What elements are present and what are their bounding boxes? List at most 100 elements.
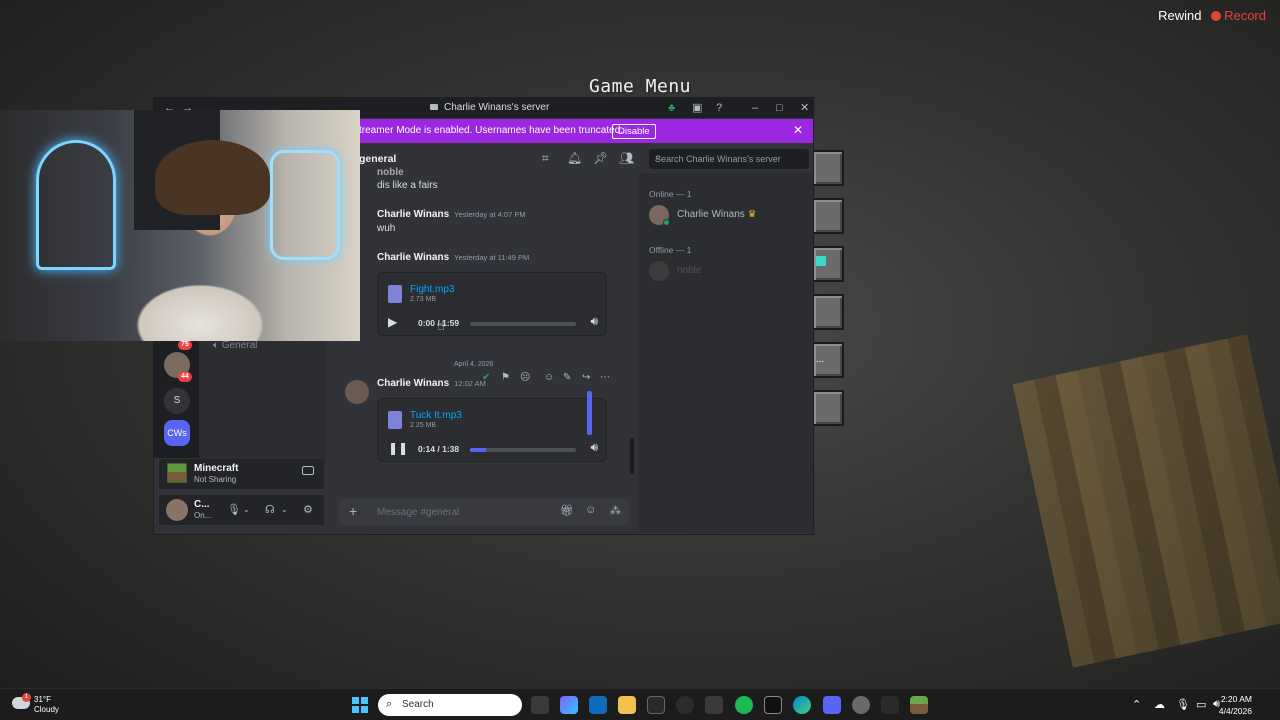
microphone-icon[interactable]: 🎙︎ (227, 503, 241, 516)
audio-progress-bar[interactable] (470, 322, 576, 326)
taskbar: 1 31°F Cloudy ⌕ Search ⌃ ☁ 🎙︎ ▭ 🔊︎ 2:20 … (0, 688, 1280, 720)
game-menu-button[interactable] (812, 246, 844, 282)
add-reaction-icon[interactable]: ☺ (544, 372, 554, 383)
weather-desc[interactable]: Cloudy (34, 705, 59, 714)
game-menu-button[interactable]: ... (812, 342, 844, 378)
taskbar-search[interactable]: ⌕ Search (378, 694, 522, 716)
game-menu-button[interactable] (812, 150, 844, 186)
clock-time[interactable]: 2:20 AM (1221, 694, 1252, 704)
webcam-overlay (0, 110, 360, 341)
screen-share-icon[interactable] (302, 466, 314, 475)
audio-progress-bar[interactable] (470, 448, 576, 452)
windows-start-icon[interactable] (352, 697, 368, 713)
bell-icon[interactable]: 🔔︎ (567, 151, 582, 165)
minimize-icon[interactable]: – (752, 101, 758, 115)
tiktok-icon[interactable] (764, 696, 782, 714)
play-icon[interactable]: ▶ (388, 315, 397, 329)
online-status-icon (663, 219, 670, 226)
file-link[interactable]: Fight.mp3 (410, 284, 454, 295)
server-cws[interactable]: CWs (164, 420, 190, 446)
gear-icon[interactable]: ⚙ (303, 503, 313, 516)
weather-temp[interactable]: 31°F (34, 695, 51, 704)
message-author[interactable]: Charlie Winans Yesterday at 11:49 PM (377, 252, 529, 263)
game-menu-button[interactable] (812, 198, 844, 234)
avatar[interactable] (345, 380, 369, 404)
minecraft-icon[interactable] (910, 696, 928, 714)
user-status: On... (194, 511, 212, 520)
flag-reaction-icon[interactable]: ⚑ (501, 372, 510, 383)
volume-slider[interactable] (587, 391, 592, 435)
message-author[interactable]: noble (377, 167, 404, 178)
microphone-icon[interactable]: 🎙︎ (1176, 698, 1190, 711)
search-input[interactable]: Search Charlie Winans's server ⌕ (649, 149, 809, 169)
channel-name: general (359, 153, 397, 165)
threads-icon[interactable]: ⌗ (542, 151, 549, 166)
message-author[interactable]: Charlie Winans Yesterday at 4:07 PM (377, 209, 526, 220)
player-hand (1012, 334, 1280, 668)
scrollbar[interactable] (630, 438, 634, 474)
disable-button[interactable]: Disable (612, 124, 656, 139)
chevron-up-icon[interactable]: ⌃ (1132, 698, 1141, 711)
pause-icon[interactable]: ❚❚ (388, 441, 408, 455)
window-title: Charlie Winans's server (430, 102, 549, 113)
message-composer[interactable]: + Message #general 🎁︎ ☺ ⁂ (339, 498, 629, 526)
notification-app-icon[interactable] (881, 696, 899, 714)
game-menu-button[interactable] (812, 390, 844, 426)
message-text: wuh (377, 223, 396, 234)
cloud-icon[interactable]: ☁ (1154, 698, 1165, 711)
discord-icon[interactable] (823, 696, 841, 714)
emoji-icon[interactable]: ☺ (585, 504, 596, 516)
avatar[interactable] (166, 499, 188, 521)
store-icon[interactable] (647, 696, 665, 714)
gift-icon[interactable]: 🎁︎ (560, 504, 574, 517)
headphones-icon[interactable]: ☊ (265, 503, 275, 516)
pin-icon[interactable]: 📌︎ (593, 151, 608, 165)
cursor-app-icon[interactable] (705, 696, 723, 714)
message-author[interactable]: Charlie Winans 12:02 AM (377, 378, 486, 389)
help-icon[interactable]: ? (716, 101, 722, 115)
server-icon (430, 104, 438, 110)
apps-icon[interactable]: ⁂ (610, 504, 621, 517)
outlook-icon[interactable] (589, 696, 607, 714)
close-icon[interactable]: ✕ (800, 101, 809, 115)
activity-panel: Minecraft Not Sharing (159, 459, 324, 489)
more-icon[interactable]: ⋯ (600, 372, 610, 383)
message-actions: ✔ ⚑ ☹ ☺ ✎ ↪ ⋯ (482, 371, 618, 387)
settings-icon[interactable] (852, 696, 870, 714)
copilot-icon[interactable] (560, 696, 578, 714)
rewind-label[interactable]: Rewind (1158, 8, 1201, 23)
message-input[interactable]: Message #general (377, 507, 459, 518)
check-reaction-icon[interactable]: ✔ (482, 372, 490, 383)
game-menu-title: Game Menu (588, 76, 692, 97)
emoji-reaction-icon[interactable]: ☹ (520, 372, 530, 383)
game-menu-button[interactable] (812, 294, 844, 330)
volume-icon[interactable]: 🔊︎ (590, 440, 598, 455)
chevron-down-icon[interactable]: ⌄ (243, 505, 250, 514)
task-view-icon[interactable] (531, 696, 549, 714)
forward-icon[interactable]: ↪ (582, 372, 590, 383)
chevron-down-icon[interactable]: ⌄ (281, 505, 288, 514)
github-icon[interactable] (676, 696, 694, 714)
recorder-controls: Rewind Record (1158, 8, 1266, 23)
voice-channel-general[interactable]: 🔈︎ General (213, 340, 257, 351)
edit-icon[interactable]: ✎ (563, 372, 571, 383)
volume-icon[interactable]: 🔊︎ (590, 314, 598, 329)
audio-attachment: Tuck It.mp3 2.25 MB ❚❚ 0:14 / 1:38 🔊︎ (377, 398, 607, 462)
file-link[interactable]: Tuck It.mp3 (410, 410, 462, 421)
maximize-icon[interactable]: □ (776, 101, 783, 115)
display-icon[interactable]: ▭ (1196, 698, 1206, 711)
unread-badge: 44 (178, 372, 192, 382)
server-s[interactable]: S (164, 388, 190, 414)
members-icon[interactable]: 👥︎ (619, 151, 634, 165)
file-explorer-icon[interactable] (618, 696, 636, 714)
clock-date[interactable]: 4/4/2026 (1219, 706, 1252, 716)
edge-icon[interactable] (793, 696, 811, 714)
leaf-icon[interactable]: ♣ (668, 101, 675, 115)
inbox-icon[interactable]: ▣ (692, 101, 702, 115)
close-icon[interactable]: ✕ (793, 123, 803, 137)
neon-light (270, 150, 340, 260)
record-button[interactable]: Record (1211, 8, 1266, 23)
spotify-icon[interactable] (735, 696, 753, 714)
file-size: 2.25 MB (410, 422, 437, 429)
plus-icon[interactable]: + (349, 503, 357, 519)
